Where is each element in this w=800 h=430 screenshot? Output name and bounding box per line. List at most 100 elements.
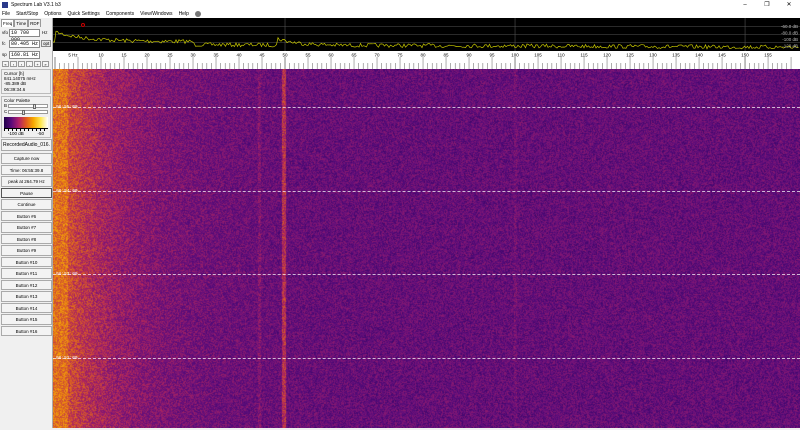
button-14[interactable]: Button #13 [1, 291, 52, 302]
freq-tick-label: 60 [329, 53, 335, 58]
color-palette-bar [4, 117, 48, 129]
freq-tick-label: 40 [237, 53, 243, 58]
freq-tick-label: 100 [511, 53, 519, 58]
freq-tick-label: 120 [603, 53, 611, 58]
color-palette-group: Color Palette B C -100 dB -50 [1, 95, 51, 139]
button-11[interactable]: Button #10 [1, 256, 52, 268]
freq-tick-label: 45 [260, 53, 266, 58]
button-7[interactable]: Button #6 [1, 210, 52, 222]
menu-components[interactable]: Components [106, 11, 134, 17]
button-9[interactable]: Button #8 [1, 233, 52, 245]
freq-tick-label: 70 [375, 53, 381, 58]
vfo-input[interactable]: 10 700 000 [9, 28, 40, 43]
vfo-unit: Hz [42, 30, 48, 35]
menu-view-windows[interactable]: View/Windows [140, 11, 172, 17]
freq-tick-label: 75 [398, 53, 404, 58]
freq-tick-label: 115 [580, 53, 588, 58]
fc-label: fc [2, 41, 6, 46]
menu-start-stop[interactable]: Start/Stop [16, 11, 38, 17]
freq-tick-label: 155 [764, 53, 772, 58]
menu-help[interactable]: Help [179, 11, 189, 17]
tab-freq[interactable]: Freq [1, 19, 15, 27]
contrast-thumb[interactable] [22, 110, 26, 116]
control-panel: Freq Time RDF vfo10 700 000Hz fc80.405 H… [0, 18, 53, 428]
left-button[interactable]: ‹ [10, 61, 17, 67]
time-display-button[interactable]: Time: 06:55:39.8 [1, 164, 52, 176]
vfo-label: vfo [2, 30, 9, 35]
peak-display-button[interactable]: peak at 264.79 Hz [1, 176, 52, 187]
recorded-audio-button[interactable]: RecordedAudio_016. [1, 139, 52, 152]
menu-file[interactable]: File [2, 11, 10, 17]
window-title: Spectrum Lab V3.1 b3 [11, 2, 61, 8]
restore-button[interactable]: ❐ [756, 0, 778, 10]
button-10[interactable]: Button #9 [1, 245, 52, 256]
freq-tick-label: 10 [98, 53, 104, 58]
brightness-label: B [4, 103, 8, 109]
spectrum-graph[interactable]: -60.0 dB -80.0 dB-100 dB -120 dB [53, 18, 800, 51]
time-marker-line [53, 190, 800, 192]
freq-tick-label: 145 [718, 53, 726, 58]
menu-quick-settings[interactable]: Quick Settings [68, 11, 100, 17]
frequency-scale[interactable]: 5 Hz 10 15 20 25 30 35 40 45 50 55 60 65 70 75 80 85 90 95… [53, 51, 800, 69]
tab-rdf[interactable]: RDF [28, 19, 42, 27]
freq-tick-label: 35 [214, 53, 220, 58]
freq-tick-label: 20 [144, 53, 150, 58]
contrast-slider[interactable] [8, 110, 48, 116]
button-16[interactable]: Button #15 [1, 314, 52, 325]
time-marker-label: 06:55:00 [56, 105, 78, 110]
cursor-group: Cursor [h] 841.14075 mHz -85.389 dB 06:3… [1, 69, 51, 94]
button-13[interactable]: Button #12 [1, 279, 52, 291]
status-indicator-icon[interactable] [194, 11, 201, 17]
cursor-time: 06:39:34.6 [4, 86, 26, 92]
tab-time[interactable]: Time [14, 19, 29, 27]
title-bar: Spectrum Lab V3.1 b3 – ❐ ✕ [0, 0, 800, 10]
time-marker-label: 06:52:00 [56, 355, 78, 361]
db-label: -120 dB [782, 44, 798, 49]
waterfall-display[interactable]: 06:55:00 06:54:00 06:53:00 06:52:00 [53, 69, 800, 428]
fast-left-button[interactable]: « [2, 61, 9, 67]
button-12[interactable]: Button #11 [1, 268, 52, 279]
time-marker-label: 06:53:00 [56, 272, 78, 277]
freq-tick-label: 95 [490, 53, 496, 58]
zoom-out-button[interactable]: - [26, 61, 33, 67]
freq-tick-label: 30 [191, 53, 197, 58]
sp-label: sp [2, 52, 7, 57]
freq-tick-label: 50 [283, 53, 289, 58]
minimize-button[interactable]: – [734, 0, 756, 10]
right-button[interactable]: › [18, 61, 25, 67]
continue-button[interactable]: Continue [1, 199, 52, 210]
freq-tick-label: 135 [672, 53, 680, 58]
time-marker-label: 06:54:00 [56, 188, 78, 194]
fast-right-button[interactable]: » [42, 61, 49, 67]
time-marker-line [53, 357, 800, 359]
freq-tick-label: 80 [421, 53, 427, 58]
span-input[interactable]: 160.81 Hz [9, 50, 40, 59]
button-15[interactable]: Button #14 [1, 302, 52, 314]
freq-tick-label: 150 [741, 53, 749, 58]
button-17[interactable]: Button #16 [1, 325, 52, 337]
waterfall-canvas[interactable] [53, 69, 800, 428]
freq-tick-label: 105 [534, 53, 542, 58]
menu-bar: File Start/Stop Options Quick Settings C… [0, 10, 800, 18]
opt-button[interactable]: opt [41, 40, 52, 47]
zoom-in-button[interactable]: + [34, 61, 41, 67]
brightness-thumb[interactable] [32, 104, 36, 110]
freq-tick-label: 55 [306, 53, 312, 58]
db-label: -80.0 dB [781, 31, 798, 36]
freq-tick-label: 25 [168, 53, 174, 58]
button-8[interactable]: Button #7 [1, 222, 52, 233]
brightness-slider[interactable] [8, 104, 48, 110]
db-label: -100 dB [782, 37, 798, 42]
freq-tick-label: 125 [626, 53, 634, 58]
palette-min-label: -100 dB [8, 131, 24, 137]
fc-input[interactable]: 80.405 Hz [9, 39, 40, 48]
pause-button[interactable]: Pause [1, 187, 52, 199]
freq-tick-label: 85 [444, 53, 450, 58]
close-button[interactable]: ✕ [778, 0, 800, 10]
spectrum-trace [53, 30, 799, 50]
time-marker-line [53, 107, 800, 108]
menu-options[interactable]: Options [44, 11, 61, 17]
freq-tick-label: 140 [695, 53, 703, 58]
capture-now-button[interactable]: Capture now [1, 153, 52, 164]
freq-tick-label: 110 [557, 53, 565, 58]
